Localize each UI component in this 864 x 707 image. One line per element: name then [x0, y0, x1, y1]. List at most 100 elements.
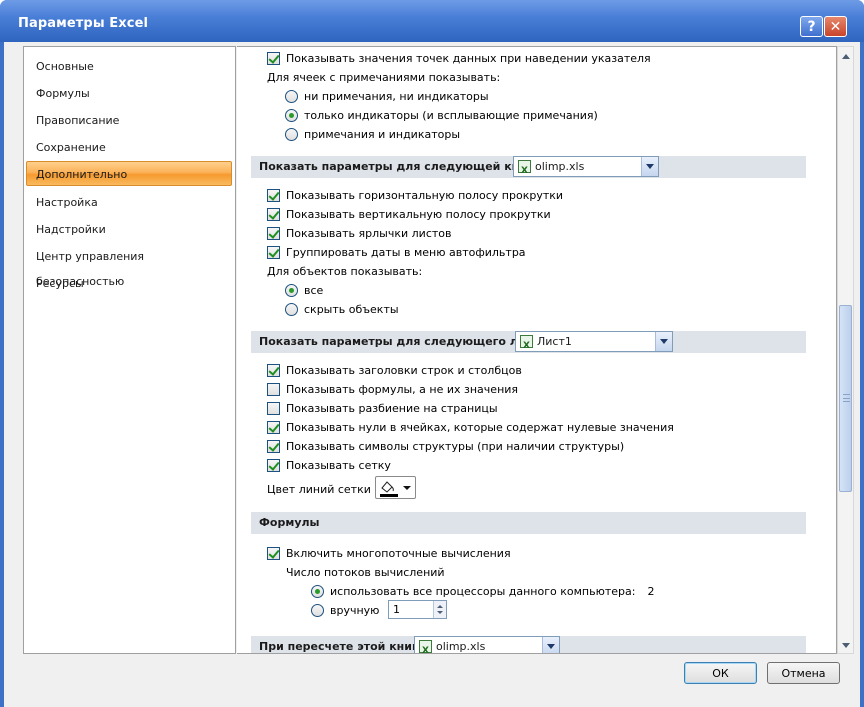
radio-none[interactable] [285, 89, 298, 103]
option-label: Включить многопоточные вычисления [286, 546, 511, 560]
excel-sheet-icon [520, 335, 533, 357]
cancel-button[interactable]: Отмена [767, 662, 840, 684]
section-title: Показать параметры для следующего листа: [259, 335, 551, 348]
grid-color-picker[interactable] [375, 476, 416, 499]
paint-bucket-icon [380, 481, 411, 497]
sidebar-item-save[interactable]: Сохранение [24, 135, 235, 160]
show-values-checkbox[interactable] [267, 51, 280, 65]
window-title: Параметры Excel [18, 16, 149, 31]
sheet-option[interactable]: Показывать заголовки строк и столбцов [267, 361, 522, 379]
chevron-down-icon[interactable] [655, 332, 672, 351]
sheet-option[interactable]: Показывать символы структуры (при наличи… [267, 437, 624, 455]
checkbox[interactable] [267, 245, 280, 259]
radio-hide[interactable] [285, 302, 298, 316]
sheet-option[interactable]: Показывать нули в ячейках, которые содер… [267, 418, 674, 436]
checkbox[interactable] [267, 226, 280, 240]
threads-label: Число потоков вычислений [286, 563, 445, 581]
section-title: Показать параметры для следующей книги: [259, 160, 545, 173]
section-title: При пересчете этой книги: [259, 640, 430, 653]
workbook-option[interactable]: Показывать ярлычки листов [267, 224, 451, 242]
objects-group-label: Для объектов показывать: [267, 262, 422, 280]
excel-file-icon [518, 160, 531, 182]
sidebar-item-basic[interactable]: Основные [24, 54, 235, 79]
spin-buttons[interactable] [433, 601, 446, 618]
workbook-option[interactable]: Группировать даты в меню автофильтра [267, 243, 526, 261]
sidebar-item-formulas[interactable]: Формулы [24, 81, 235, 106]
checkbox[interactable] [267, 382, 280, 396]
option-label: Группировать даты в меню автофильтра [286, 245, 526, 259]
help-button[interactable]: ? [800, 16, 823, 37]
option-label: Показывать нули в ячейках, которые содер… [286, 420, 674, 434]
group-label: Для объектов показывать: [267, 264, 423, 278]
radio-use-all[interactable] [311, 584, 324, 598]
option-label: скрыть объекты [304, 302, 399, 316]
checkbox[interactable] [267, 458, 280, 472]
scroll-up-icon[interactable] [838, 49, 853, 64]
scroll-down-icon[interactable] [838, 638, 853, 653]
checkbox[interactable] [267, 546, 280, 560]
option-label: Показывать сетку [286, 458, 391, 472]
checkbox[interactable] [267, 363, 280, 377]
option-label: все [304, 283, 324, 297]
sidebar-item-resources[interactable]: Ресурсы [24, 271, 235, 296]
radio-manual[interactable] [311, 603, 324, 617]
option-label: примечания и индикаторы [304, 127, 461, 141]
checkbox[interactable] [267, 207, 280, 221]
sidebar-item-customize[interactable]: Настройка [24, 190, 235, 215]
option-label: Показывать символы структуры (при наличи… [286, 439, 625, 453]
checkbox[interactable] [267, 439, 280, 453]
option-label: вручную [330, 603, 380, 617]
comments-option-none[interactable]: ни примечания, ни индикаторы [285, 87, 489, 105]
checkbox[interactable] [267, 420, 280, 434]
objects-option-hide[interactable]: скрыть объекты [285, 300, 399, 318]
objects-option-all[interactable]: все [285, 281, 323, 299]
radio-all[interactable] [285, 283, 298, 297]
manual-threads-option[interactable]: вручную [311, 601, 379, 619]
grid-color-label: Цвет линий сетки [267, 480, 371, 498]
workbook-option[interactable]: Показывать горизонтальную полосу прокрут… [267, 186, 563, 204]
chevron-down-icon[interactable] [641, 157, 658, 176]
content-scrollbar[interactable] [837, 46, 854, 654]
option-label: Показывать вертикальную полосу прокрутки [286, 207, 551, 221]
sheet-option[interactable]: Показывать формулы, а не их значения [267, 380, 518, 398]
show-values-option[interactable]: Показывать значения точек данных при нав… [267, 49, 651, 67]
workbook-dropdown[interactable]: olimp.xls [513, 156, 659, 182]
sidebar-item-addins[interactable]: Надстройки [24, 217, 235, 242]
option-label: Показывать формулы, а не их значения [286, 382, 519, 396]
sidebar-item-proofing[interactable]: Правописание [24, 108, 235, 133]
sheet-option[interactable]: Показывать разбиение на страницы [267, 399, 498, 417]
close-button[interactable]: ✕ [824, 16, 847, 37]
radio-indicators[interactable] [285, 108, 298, 122]
title-bar: Параметры Excel ? ✕ [0, 0, 864, 42]
option-label: только индикаторы (и всплывающие примеча… [304, 108, 598, 122]
use-all-processors-option[interactable]: использовать все процессоры данного комп… [311, 582, 654, 600]
spinner-value: 1 [393, 603, 400, 616]
chevron-down-icon[interactable] [542, 637, 559, 653]
grip-icon [843, 394, 850, 402]
checkbox[interactable] [267, 188, 280, 202]
scroll-thumb[interactable] [839, 305, 852, 492]
multithread-option[interactable]: Включить многопоточные вычисления [267, 544, 511, 562]
recalc-dropdown[interactable]: olimp.xls [414, 636, 560, 653]
comments-option-indicators[interactable]: только индикаторы (и всплывающие примеча… [285, 106, 598, 124]
dropdown-value: Лист1 [537, 334, 572, 348]
options-dialog: Параметры Excel ? ✕ Основные Формулы Пра… [0, 0, 864, 707]
option-label: Показывать ярлычки листов [286, 226, 452, 240]
sheet-dropdown[interactable]: Лист1 [515, 331, 673, 357]
sheet-option[interactable]: Показывать сетку [267, 456, 391, 474]
option-label: использовать все процессоры данного комп… [330, 584, 636, 598]
comments-option-both[interactable]: примечания и индикаторы [285, 125, 460, 143]
formulas-section-header: Формулы [251, 512, 806, 534]
checkbox[interactable] [267, 401, 280, 415]
ok-button[interactable]: ОК [684, 662, 757, 684]
sidebar-item-label: Основные [36, 60, 94, 73]
threads-spinner[interactable]: 1 [388, 600, 447, 619]
processor-count: 2 [647, 584, 655, 598]
option-label: Показывать заголовки строк и столбцов [286, 363, 522, 377]
radio-both[interactable] [285, 127, 298, 141]
options-content: Показывать значения точек данных при нав… [237, 46, 837, 654]
sidebar-item-trust-center[interactable]: Центр управления безопасностью [24, 244, 235, 288]
sidebar-item-advanced[interactable]: Дополнительно [26, 161, 232, 186]
workbook-option[interactable]: Показывать вертикальную полосу прокрутки [267, 205, 551, 223]
button-label: Отмена [781, 666, 826, 680]
